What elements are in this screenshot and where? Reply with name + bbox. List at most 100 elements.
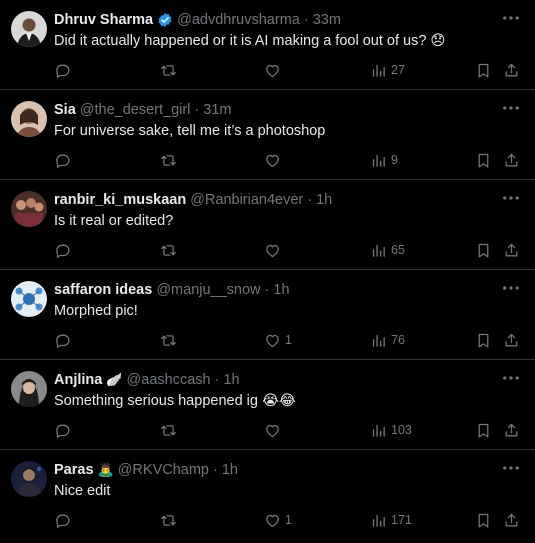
more-icon[interactable] [501,279,521,297]
bookmark-button[interactable] [475,510,492,530]
share-button[interactable] [503,330,520,350]
like-button[interactable] [264,420,285,440]
timestamp[interactable]: 1h [316,191,332,209]
like-button[interactable]: 1 [264,510,292,530]
views-button[interactable]: 103 [370,420,412,440]
display-name[interactable]: Dhruv Sharma [54,11,153,29]
avatar[interactable] [11,11,47,47]
reply-item[interactable]: Paras 🙇‍♂️ @RKVChamp · 1h Nice edit 1 17… [0,450,535,543]
action-bar: 65 [0,240,535,260]
handle[interactable]: @aashccash [127,371,211,389]
like-icon [264,152,281,169]
views-button[interactable]: 76 [370,330,405,350]
reply-item[interactable]: Sia @the_desert_girl · 31m For universe … [0,90,535,180]
views-button[interactable]: 27 [370,60,405,80]
reply-item[interactable]: ranbir_ki_muskaan @Ranbirian4ever · 1h I… [0,180,535,270]
more-icon[interactable] [501,459,521,477]
handle[interactable]: @the_desert_girl [80,101,191,119]
retweet-icon [160,242,177,259]
like-button[interactable] [264,60,285,80]
avatar[interactable] [11,101,47,137]
display-name[interactable]: saffaron ideas [54,281,152,299]
bookmark-button[interactable] [475,60,492,80]
share-icon [503,152,520,169]
bookmark-button[interactable] [475,150,492,170]
display-name[interactable]: Sia [54,101,76,119]
timestamp[interactable]: 1h [222,461,238,479]
reply-header: Dhruv Sharma @advdhruvsharma · 33m [54,11,341,29]
like-icon [264,62,281,79]
more-icon[interactable] [501,369,521,387]
bookmark-icon [475,152,492,169]
like-icon [264,422,281,439]
timestamp[interactable]: 33m [313,11,341,29]
share-button[interactable] [503,240,520,260]
view-count: 27 [391,63,405,77]
share-button[interactable] [503,510,520,530]
share-button[interactable] [503,150,520,170]
handle[interactable]: @Ranbirian4ever [190,191,303,209]
separator-dot: · [212,462,218,478]
like-icon [264,332,281,349]
timestamp[interactable]: 1h [223,371,239,389]
more-icon[interactable] [501,99,521,117]
like-count: 1 [285,333,292,347]
handle[interactable]: @manju__snow [156,281,260,299]
reply-text: Did it actually happened or it is AI mak… [54,33,446,49]
bookmark-button[interactable] [475,240,492,260]
reply-button[interactable] [54,60,71,80]
retweet-icon [160,332,177,349]
reply-item[interactable]: saffaron ideas @manju__snow · 1h Morphed… [0,270,535,360]
display-name[interactable]: Anjlina [54,371,102,389]
views-button[interactable]: 65 [370,240,405,260]
bookmark-icon [475,62,492,79]
timestamp[interactable]: 1h [273,281,289,299]
like-button[interactable] [264,240,285,260]
bookmark-button[interactable] [475,330,492,350]
retweet-button[interactable] [160,330,177,350]
view-count: 171 [391,513,412,527]
display-name[interactable]: Paras [54,461,94,479]
avatar[interactable] [11,191,47,227]
reply-button[interactable] [54,240,71,260]
views-icon [370,62,387,79]
reply-header: saffaron ideas @manju__snow · 1h [54,281,290,299]
bookmark-icon [475,422,492,439]
replies-feed: Dhruv Sharma @advdhruvsharma · 33m Did i… [0,0,535,543]
views-button[interactable]: 9 [370,150,398,170]
display-name[interactable]: ranbir_ki_muskaan [54,191,186,209]
timestamp[interactable]: 31m [203,101,231,119]
reply-button[interactable] [54,510,71,530]
views-icon [370,152,387,169]
reply-header: Sia @the_desert_girl · 31m [54,101,231,119]
reply-button[interactable] [54,420,71,440]
reply-button[interactable] [54,330,71,350]
reply-text: Morphed pic! [54,303,138,319]
handle[interactable]: @advdhruvsharma [177,11,300,29]
retweet-button[interactable] [160,420,177,440]
share-button[interactable] [503,420,520,440]
like-button[interactable]: 1 [264,330,292,350]
retweet-icon [160,422,177,439]
reply-item[interactable]: Anjlina 🪽 @aashccash · 1h Something seri… [0,360,535,450]
avatar[interactable] [11,371,47,407]
avatar[interactable] [11,461,47,497]
share-icon [503,332,520,349]
reply-text: Something serious happened ig 😭😂 [54,393,296,409]
action-bar: 9 [0,150,535,170]
retweet-button[interactable] [160,510,177,530]
views-button[interactable]: 171 [370,510,412,530]
retweet-button[interactable] [160,60,177,80]
bookmark-button[interactable] [475,420,492,440]
like-button[interactable] [264,150,285,170]
reply-item[interactable]: Dhruv Sharma @advdhruvsharma · 33m Did i… [0,0,535,90]
retweet-button[interactable] [160,240,177,260]
reply-button[interactable] [54,150,71,170]
more-icon[interactable] [501,9,521,27]
retweet-icon [160,62,177,79]
more-icon[interactable] [501,189,521,207]
avatar[interactable] [11,281,47,317]
share-button[interactable] [503,60,520,80]
retweet-button[interactable] [160,150,177,170]
handle[interactable]: @RKVChamp [118,461,209,479]
